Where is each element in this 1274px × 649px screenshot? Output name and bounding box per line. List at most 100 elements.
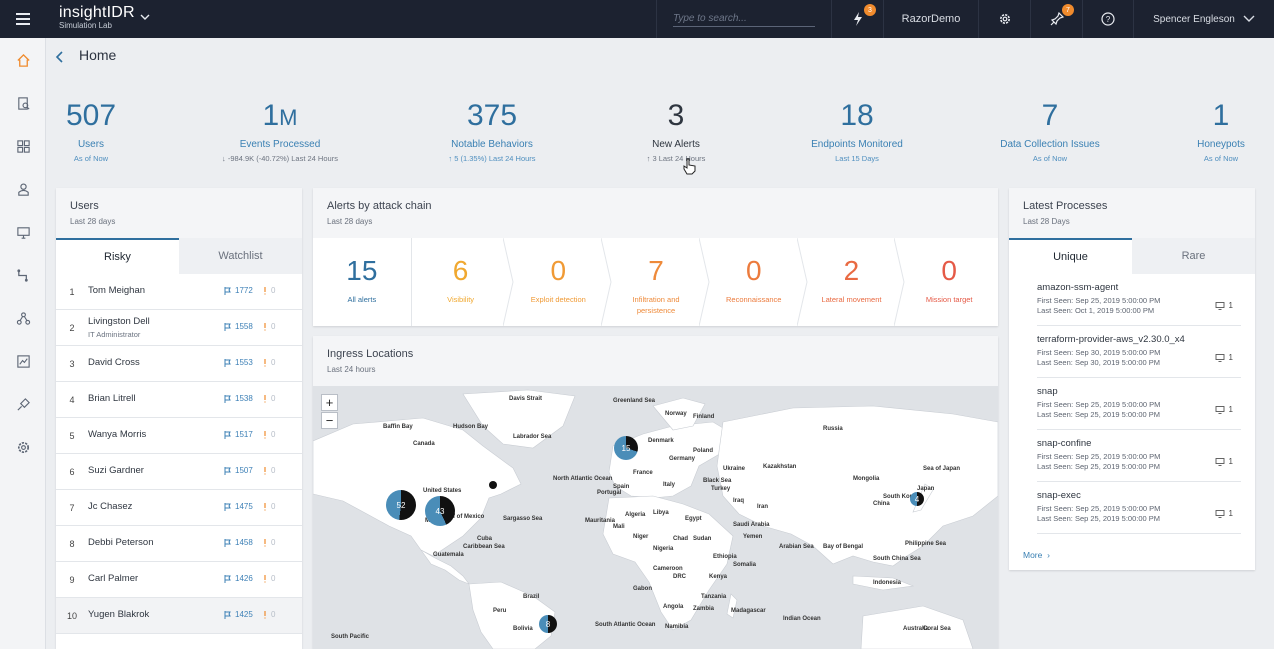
table-row[interactable]: 4 Brian Litrell 1538 0	[56, 382, 302, 418]
attack-stage[interactable]: 6 Visibility	[412, 238, 514, 326]
table-row[interactable]: 1 Tom Meighan 1772 0	[56, 274, 302, 310]
stat-value: 1	[1212, 99, 1230, 132]
back-chevron-icon[interactable]	[54, 50, 66, 64]
attack-stage[interactable]: 0 Exploit detection	[509, 238, 612, 326]
sidebar-item-reports[interactable]	[15, 353, 31, 369]
tab-unique[interactable]: Unique	[1009, 238, 1132, 274]
process-name[interactable]: terraform-provider-aws_v2.30.0_x4	[1037, 334, 1241, 345]
stat-endpoints-monitored[interactable]: 18 Endpoints Monitored Last 15 Days	[782, 98, 932, 163]
row-index: 4	[69, 394, 75, 405]
map-label: Brazil	[523, 594, 540, 600]
list-item[interactable]: terraform-provider-aws_v2.30.0_x4 First S…	[1037, 326, 1241, 378]
tab-watchlist[interactable]: Watchlist	[179, 238, 302, 274]
brand-logo[interactable]: insightIDR Simulation Lab	[59, 4, 135, 30]
alerts-button[interactable]: 3	[831, 0, 883, 38]
list-item[interactable]: snap First Seen: Sep 25, 2019 5:00:00 PM L…	[1037, 378, 1241, 430]
asset-count: 1	[1215, 405, 1233, 414]
table-row[interactable]: 8 Debbi Peterson 1458 0	[56, 526, 302, 562]
attack-stage[interactable]: 7 Infiltration and persistence	[607, 238, 710, 326]
processes-card: Latest Processes Last 28 Days Unique Rar…	[1009, 188, 1255, 570]
zoom-out-button[interactable]: −	[321, 412, 338, 429]
notable-behaviors-count: 1426	[224, 574, 253, 583]
more-link[interactable]: More ›	[1023, 550, 1050, 560]
map-label: Philippine Sea	[905, 541, 947, 547]
chevron-right-icon: ›	[1044, 550, 1050, 560]
card-subtitle: Last 28 Days	[1023, 217, 1070, 226]
tab-risky[interactable]: Risky	[56, 238, 179, 274]
process-name[interactable]: snap	[1037, 386, 1241, 397]
menu-button[interactable]	[0, 0, 46, 38]
attack-stage[interactable]: 15 All alerts	[313, 238, 412, 326]
users-tabs: Risky Watchlist	[56, 238, 302, 274]
table-row[interactable]: 7 Jc Chasez 1475 0	[56, 490, 302, 526]
search-input[interactable]	[673, 11, 815, 27]
map-cluster[interactable]: 52	[386, 490, 416, 520]
row-index: 9	[69, 574, 75, 585]
attack-stage[interactable]: 2 Lateral movement	[803, 238, 905, 326]
stat-users[interactable]: 507 Users As of Now	[16, 98, 166, 163]
stage-count: 0	[550, 255, 567, 286]
settings-button[interactable]	[978, 0, 1030, 38]
search-box	[656, 0, 831, 38]
map-cluster[interactable]: 4	[910, 492, 924, 506]
last-seen: Last Seen: Sep 25, 2019 5:00:00 PM	[1037, 462, 1161, 471]
attack-stage[interactable]: 0 Mission target	[900, 238, 998, 326]
stat-honeypots[interactable]: 1 Honeypots As of Now	[1146, 98, 1274, 163]
map-cluster[interactable]: 8	[539, 615, 557, 633]
process-name[interactable]: snap-confine	[1037, 438, 1241, 449]
sidebar-item-assets[interactable]	[15, 224, 31, 240]
map-label: Angola	[663, 604, 684, 610]
map-point[interactable]	[489, 481, 497, 489]
stat-label: Data Collection Issues	[1000, 139, 1100, 150]
process-name[interactable]: amazon-ssm-agent	[1037, 282, 1241, 293]
more-label: More	[1023, 550, 1043, 560]
stat-notable-behaviors[interactable]: 375 Notable Behaviors ↑ 5 (1.35%) Last 2…	[417, 98, 567, 163]
user-menu[interactable]: Spencer Engleson	[1133, 0, 1274, 38]
table-row[interactable]: 9 Carl Palmer 1426 0	[56, 562, 302, 598]
sidebar-item-network[interactable]	[15, 310, 31, 326]
alert-count: 0	[271, 610, 276, 619]
stat-events-processed[interactable]: 1M Events Processed ↓ -984.9K (-40.72%) …	[205, 98, 355, 163]
stage-count: 0	[745, 255, 762, 286]
tab-rare[interactable]: Rare	[1132, 238, 1255, 274]
table-row[interactable]: 10 Yugen Blakrok 1425 0	[56, 598, 302, 634]
table-row[interactable]: 5 Wanya Morris 1517 0	[56, 418, 302, 454]
stat-data-collection-issues[interactable]: 7 Data Collection Issues As of Now	[975, 98, 1125, 163]
stage-label: Reconnaissance	[726, 295, 782, 304]
map-label: South China Sea	[873, 556, 921, 562]
table-row[interactable]: 2 Livingston Dell IT Administrator 1558 0	[56, 310, 302, 346]
sidebar-item-users[interactable]	[15, 181, 31, 197]
pin-icon	[1050, 12, 1064, 26]
map-cluster[interactable]: 43	[425, 496, 455, 526]
table-row[interactable]: 3 David Cross 1553 0	[56, 346, 302, 382]
list-item[interactable]: snap-exec First Seen: Sep 25, 2019 5:00:0…	[1037, 482, 1241, 534]
workflow-icon	[16, 268, 28, 282]
org-name[interactable]: RazorDemo	[883, 0, 978, 38]
sidebar-item-home[interactable]	[15, 52, 31, 68]
map-label: Hudson Bay	[453, 424, 489, 430]
stat-sub: As of Now	[1203, 154, 1239, 163]
list-item[interactable]: amazon-ssm-agent First Seen: Sep 25, 2019…	[1037, 274, 1241, 326]
attack-stage[interactable]: 0 Reconnaissance	[705, 238, 808, 326]
stat-new-alerts[interactable]: 3 New Alerts ↑ 3 Last 24 Hours	[601, 98, 751, 163]
sidebar-item-data-collection[interactable]	[15, 396, 31, 412]
card-subtitle: Last 24 hours	[327, 365, 376, 374]
zoom-in-button[interactable]: +	[321, 394, 338, 411]
tasks-button[interactable]: 7	[1030, 0, 1082, 38]
help-button[interactable]: ?	[1082, 0, 1133, 38]
ingress-map[interactable]: + − Davis Strait Baffin Bay Hudson Bay Labr…	[313, 386, 998, 649]
alert-count: 0	[271, 394, 276, 403]
process-name[interactable]: snap-exec	[1037, 490, 1241, 501]
map-label: Arabian Sea	[779, 544, 814, 550]
sidebar-item-workflows[interactable]	[15, 267, 31, 283]
alerts-count: 0	[262, 322, 275, 331]
sidebar-item-settings[interactable]	[15, 439, 31, 455]
stage-label: Infiltration and persistence	[632, 295, 680, 315]
table-row[interactable]: 6 Suzi Gardner 1507 0	[56, 454, 302, 490]
map-cluster[interactable]: 15	[614, 436, 638, 460]
list-item[interactable]: snap-confine First Seen: Sep 25, 2019 5:0…	[1037, 430, 1241, 482]
chevron-down-icon[interactable]	[140, 12, 150, 22]
stat-value: 1	[262, 99, 280, 132]
first-seen: First Seen: Sep 30, 2019 5:00:00 PM	[1037, 348, 1161, 357]
map-label: Coral Sea	[923, 626, 951, 632]
